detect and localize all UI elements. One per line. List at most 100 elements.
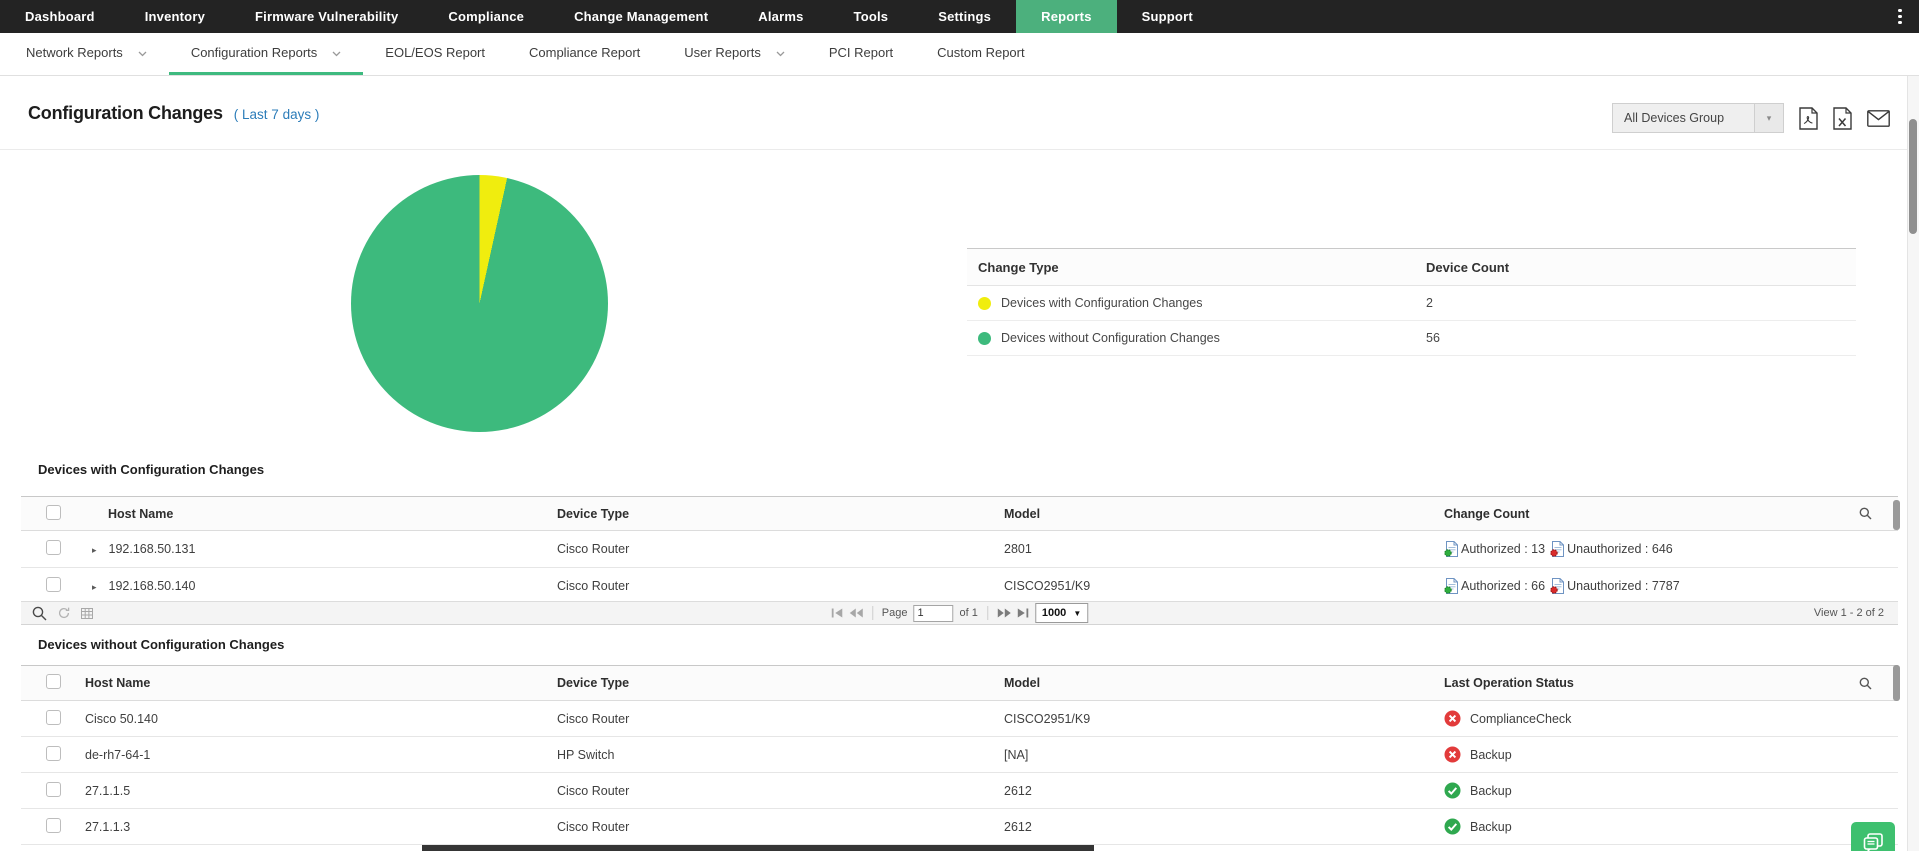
col-device-type: Device Type <box>557 676 630 690</box>
device-group-value: All Devices Group <box>1624 111 1725 125</box>
tab-label: PCI Report <box>828 45 894 60</box>
status-label: Backup <box>1470 747 1512 762</box>
horizontal-scrollbar-thumb[interactable] <box>422 845 1094 851</box>
row-checkbox[interactable] <box>46 781 61 797</box>
nav-tools[interactable]: Tools <box>829 0 914 33</box>
page-size-select[interactable]: 1000 ▼ <box>1034 603 1089 623</box>
row-checkbox[interactable] <box>46 709 61 725</box>
tab-label: Configuration Reports <box>190 45 318 60</box>
report-period-link[interactable]: ( Last 7 days ) <box>234 107 320 122</box>
tab-pci-report[interactable]: PCI Report <box>807 33 915 75</box>
nav-settings[interactable]: Settings <box>913 0 1016 33</box>
page-number-input[interactable] <box>913 604 954 622</box>
page-header: Configuration Changes ( Last 7 days ) Al… <box>0 76 1919 150</box>
export-pdf-icon[interactable] <box>1799 106 1818 130</box>
tab-configuration-reports[interactable]: Configuration Reports <box>168 33 364 75</box>
legend-count: 2 <box>1426 296 1433 310</box>
legend-label: Devices without Configuration Changes <box>1001 331 1220 345</box>
legend-dot-green <box>978 331 991 345</box>
tab-custom-report[interactable]: Custom Report <box>915 33 1046 75</box>
chevron-down-icon <box>332 45 341 60</box>
unauthorized-count: Unauthorized : 7787 <box>1567 579 1680 593</box>
table-row: de-rh7-64-1 HP Switch [NA] Backup <box>21 737 1898 773</box>
device-type: Cisco Router <box>557 711 630 726</box>
export-excel-icon[interactable] <box>1833 106 1852 130</box>
expand-arrow-icon[interactable]: ▸ <box>92 545 97 555</box>
nav-compliance[interactable]: Compliance <box>423 0 549 33</box>
nav-change-management[interactable]: Change Management <box>549 0 733 33</box>
table1-scrollbar-thumb[interactable] <box>1893 500 1900 530</box>
tab-network-reports[interactable]: Network Reports <box>4 33 169 75</box>
legend-label: Devices with Configuration Changes <box>1001 296 1203 310</box>
select-all-checkbox[interactable] <box>46 504 61 520</box>
page-title: Configuration Changes <box>28 103 223 123</box>
table-search-icon[interactable] <box>1859 507 1872 520</box>
table-search-icon[interactable] <box>1859 677 1872 690</box>
top-nav: Dashboard Inventory Firmware Vulnerabili… <box>0 0 1919 33</box>
row-checkbox[interactable] <box>46 540 61 555</box>
table-header-row: Host Name Device Type Model Change Count <box>21 496 1898 531</box>
unauthorized-doc-icon <box>1550 578 1565 594</box>
legend-dot-yellow <box>978 296 991 310</box>
export-mail-icon[interactable] <box>1867 109 1890 127</box>
previous-page-button[interactable] <box>849 608 863 618</box>
reports-sub-nav: Network Reports Configuration Reports EO… <box>0 33 1919 76</box>
device-group-dropdown[interactable]: All Devices Group ▾ <box>1612 103 1784 133</box>
status-label: Backup <box>1470 783 1512 798</box>
chat-widget-button[interactable] <box>1851 822 1895 851</box>
col-model: Model <box>1004 676 1041 690</box>
legend-header-row: Change Type Device Count <box>967 248 1856 286</box>
row-checkbox[interactable] <box>46 577 61 592</box>
dropdown-caret-icon[interactable]: ▾ <box>1754 104 1783 132</box>
chevron-down-icon <box>776 45 785 60</box>
host-name: 192.168.50.131 <box>108 542 196 556</box>
table-row: ▸ 192.168.50.140 Cisco Router CISCO2951/K… <box>21 568 1898 605</box>
nav-inventory[interactable]: Inventory <box>120 0 230 33</box>
tab-eol-eos-report[interactable]: EOL/EOS Report <box>363 33 507 75</box>
unauthorized-count: Unauthorized : 646 <box>1567 542 1673 556</box>
host-name: 27.1.1.3 <box>85 819 131 834</box>
device-type: HP Switch <box>557 747 615 762</box>
tab-compliance-report[interactable]: Compliance Report <box>507 33 662 75</box>
nav-support[interactable]: Support <box>1117 0 1218 33</box>
vertical-scrollbar-thumb[interactable] <box>1909 119 1917 234</box>
tab-label: User Reports <box>684 45 761 60</box>
model: CISCO2951/K9 <box>1004 579 1091 593</box>
host-name: de-rh7-64-1 <box>85 747 151 762</box>
col-change-count: Change Count <box>1444 506 1530 521</box>
row-checkbox[interactable] <box>46 817 61 833</box>
tab-label: Network Reports <box>26 45 123 60</box>
nav-reports[interactable]: Reports <box>1016 0 1117 33</box>
table2-scrollbar-thumb[interactable] <box>1893 665 1900 701</box>
tab-label: Compliance Report <box>529 45 641 60</box>
table-row: Cisco 50.140 Cisco Router CISCO2951/K9 C… <box>21 701 1898 737</box>
col-device-type: Device Type <box>557 506 630 521</box>
row-checkbox[interactable] <box>46 745 61 761</box>
kebab-menu-icon[interactable] <box>1881 0 1919 33</box>
select-all-checkbox[interactable] <box>46 674 61 689</box>
tab-label: Custom Report <box>937 45 1025 60</box>
expand-arrow-icon[interactable]: ▸ <box>92 582 97 592</box>
nav-dashboard[interactable]: Dashboard <box>0 0 120 33</box>
table-row: 27.1.1.3 Cisco Router 2612 Backup <box>21 809 1898 845</box>
last-page-button[interactable] <box>1017 608 1029 618</box>
pager-refresh-icon[interactable] <box>58 607 70 619</box>
next-page-button[interactable] <box>997 608 1011 618</box>
pager-grid-icon[interactable] <box>81 607 93 619</box>
vertical-scrollbar[interactable] <box>1907 76 1919 851</box>
host-name: Cisco 50.140 <box>85 711 158 726</box>
legend-header-change-type: Change Type <box>978 259 1059 275</box>
first-page-button[interactable] <box>831 608 843 618</box>
col-host-name: Host Name <box>108 506 174 521</box>
section-title-devices-without-changes: Devices without Configuration Changes <box>38 637 285 652</box>
app-window: Dashboard Inventory Firmware Vulnerabili… <box>0 0 1919 851</box>
tab-user-reports[interactable]: User Reports <box>662 33 807 75</box>
pager-search-icon[interactable] <box>32 606 47 621</box>
nav-firmware-vulnerability[interactable]: Firmware Vulnerability <box>230 0 423 33</box>
page-size-value: 1000 <box>1041 607 1067 619</box>
device-type: Cisco Router <box>557 783 630 798</box>
col-last-operation-status: Last Operation Status <box>1444 676 1574 690</box>
authorized-doc-icon <box>1444 578 1458 594</box>
nav-alarms[interactable]: Alarms <box>733 0 828 33</box>
table-row: 27.1.1.5 Cisco Router 2612 Backup <box>21 773 1898 809</box>
